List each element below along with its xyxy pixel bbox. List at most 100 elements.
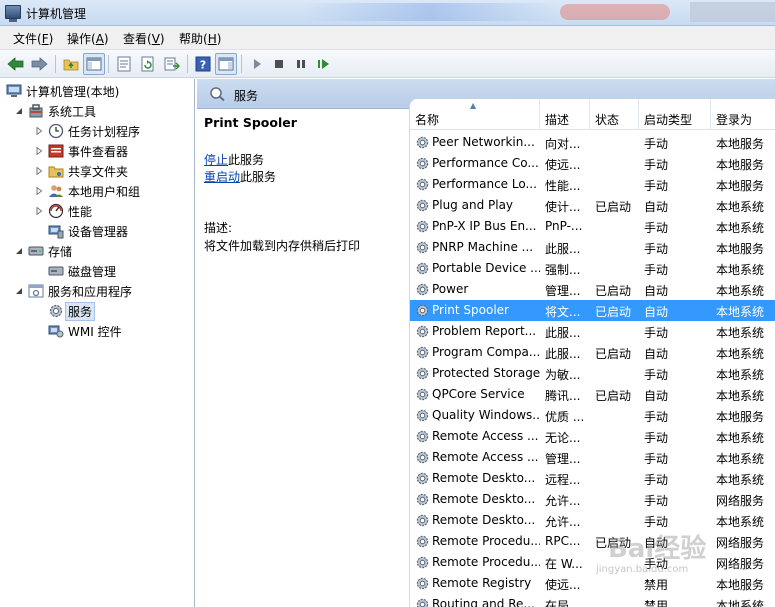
service-description-cell: 在 W...: [545, 557, 583, 571]
export-list-icon[interactable]: [161, 53, 183, 75]
service-gear-icon: [415, 429, 430, 444]
toolbar-separator: [241, 55, 242, 73]
service-name-cell: Remote Procedu...: [432, 555, 540, 569]
help-icon[interactable]: ?: [192, 53, 214, 75]
menu-view[interactable]: 查看(V): [123, 30, 165, 47]
service-startup-type-cell: 手动: [644, 221, 669, 235]
stop-service-icon[interactable]: [268, 53, 290, 75]
service-gear-icon: [415, 471, 430, 486]
table-row[interactable]: Remote Deskto... 允许... 手动 网络服务: [410, 489, 775, 510]
tree-item-label: 任务计划程序: [68, 124, 141, 139]
column-header-log-on-as[interactable]: 登录为: [711, 99, 775, 130]
sort-ascending-icon: ▲: [470, 101, 477, 110]
restart-service-link[interactable]: 重启动: [204, 170, 240, 184]
forward-arrow-icon[interactable]: [28, 53, 50, 75]
pause-service-icon[interactable]: [290, 53, 312, 75]
restart-service-icon[interactable]: [313, 53, 335, 75]
service-description-cell: 腾讯...: [545, 389, 581, 403]
collapsed-triangle-icon[interactable]: [34, 126, 44, 136]
table-row[interactable]: Peer Networkin... 向对... 手动 本地服务: [410, 132, 775, 153]
stop-service-link[interactable]: 停止: [204, 153, 228, 167]
table-row[interactable]: PNRP Machine ... 此服... 手动 本地服务: [410, 237, 775, 258]
title-bar: 计算机管理: [0, 0, 775, 26]
service-startup-type-cell: 手动: [644, 368, 669, 382]
wmi-control-icon: [48, 323, 64, 339]
expanded-triangle-icon[interactable]: [14, 286, 24, 296]
table-row[interactable]: Power 管理... 已启动 自动 本地系统: [410, 279, 775, 300]
collapsed-triangle-icon[interactable]: [34, 186, 44, 196]
table-row[interactable]: Performance Lo... 性能... 手动 本地服务: [410, 174, 775, 195]
start-service-icon[interactable]: [246, 53, 268, 75]
collapsed-triangle-icon[interactable]: [34, 146, 44, 156]
menu-action[interactable]: 操作(A): [67, 30, 109, 47]
service-description-cell: 管理...: [545, 284, 581, 298]
tree-item-disk-management[interactable]: 磁盘管理: [48, 261, 116, 281]
service-logon-cell: 本地系统: [716, 347, 765, 361]
action-pane-icon[interactable]: [215, 53, 237, 75]
show-hide-tree-icon[interactable]: [83, 53, 105, 75]
table-row[interactable]: Remote Access ... 管理... 手动 本地系统: [410, 447, 775, 468]
expanded-triangle-icon[interactable]: [14, 246, 24, 256]
up-folder-icon[interactable]: [60, 53, 82, 75]
service-name-cell: PnP-X IP Bus En...: [432, 219, 537, 233]
table-row[interactable]: Remote Access ... 无论... 手动 本地系统: [410, 426, 775, 447]
table-row[interactable]: PnP-X IP Bus En... PnP-... 手动 本地系统: [410, 216, 775, 237]
tree-item-device-manager[interactable]: 设备管理器: [48, 221, 128, 241]
table-row[interactable]: Remote Deskto... 远程... 手动 本地系统: [410, 468, 775, 489]
tree-item-services[interactable]: 服务: [48, 301, 96, 321]
service-description-cell: 强制...: [545, 263, 581, 277]
selected-service-name: Print Spooler: [204, 115, 297, 130]
collapsed-triangle-icon[interactable]: [34, 166, 44, 176]
service-status-cell: 已启动: [595, 389, 632, 403]
service-name-cell: Print Spooler: [432, 303, 509, 317]
tree-item-wmi-control[interactable]: WMI 控件: [48, 321, 122, 341]
table-row[interactable]: Performance Co... 使远... 手动 本地服务: [410, 153, 775, 174]
table-row[interactable]: Plug and Play 使计... 已启动 自动 本地系统: [410, 195, 775, 216]
service-startup-type-cell: 手动: [644, 410, 669, 424]
tree-item-computer-management[interactable]: 计算机管理(本地): [6, 81, 119, 101]
refresh-icon[interactable]: [137, 53, 159, 75]
service-description-cell: 允许...: [545, 494, 581, 508]
service-description-cell: 性能...: [545, 179, 581, 193]
column-header-name[interactable]: ▲ 名称: [410, 99, 540, 130]
services-header-title: 服务: [234, 89, 259, 103]
table-row[interactable]: Portable Device ... 强制... 手动 本地系统: [410, 258, 775, 279]
blurred-background-area: [560, 4, 670, 20]
menu-bar: 文件(F) 操作(A) 查看(V) 帮助(H): [0, 26, 775, 50]
console-tree: 计算机管理(本地) 系统工具 任务计划程序 事件查看器 共享文件夹 本地用户和组: [0, 79, 195, 607]
menu-help[interactable]: 帮助(H): [179, 30, 221, 47]
tree-item-system-tools[interactable]: 系统工具: [14, 101, 96, 121]
service-name-cell: Performance Lo...: [432, 177, 537, 191]
table-row[interactable]: Problem Report... 此服... 手动 本地系统: [410, 321, 775, 342]
tree-item-local-users-groups[interactable]: 本地用户和组: [34, 181, 140, 201]
tree-item-event-viewer[interactable]: 事件查看器: [34, 141, 128, 161]
table-row[interactable]: Program Compa... 此服... 已启动 自动 本地系统: [410, 342, 775, 363]
table-row[interactable]: Quality Windows... 优质 ... 手动 本地服务: [410, 405, 775, 426]
tree-item-storage[interactable]: 存储: [14, 241, 72, 261]
tree-item-task-scheduler[interactable]: 任务计划程序: [34, 121, 140, 141]
service-logon-cell: 本地服务: [716, 242, 765, 256]
column-header-description[interactable]: 描述: [540, 99, 590, 130]
column-header-status[interactable]: 状态: [590, 99, 639, 130]
service-startup-type-cell: 自动: [644, 347, 669, 361]
expanded-triangle-icon[interactable]: [14, 106, 24, 116]
table-row[interactable]: Protected Storage 为敏... 手动 本地系统: [410, 363, 775, 384]
service-description-cell: 此服...: [545, 347, 581, 361]
tree-item-performance[interactable]: 性能: [34, 201, 92, 221]
properties-icon[interactable]: [113, 53, 135, 75]
table-row[interactable]: QPCore Service 腾讯... 已启动 自动 本地系统: [410, 384, 775, 405]
service-name-cell: Remote Deskto...: [432, 513, 536, 527]
service-gear-icon: [415, 576, 430, 591]
table-row[interactable]: Print Spooler 将文... 已启动 自动 本地系统: [410, 300, 775, 321]
service-startup-type-cell: 手动: [644, 242, 669, 256]
service-gear-icon: [415, 534, 430, 549]
toolbar-separator: [55, 55, 56, 73]
collapsed-triangle-icon[interactable]: [34, 206, 44, 216]
service-name-cell: Performance Co...: [432, 156, 539, 170]
tree-item-shared-folders[interactable]: 共享文件夹: [34, 161, 128, 181]
back-arrow-icon[interactable]: [5, 53, 27, 75]
service-gear-icon: [415, 324, 430, 339]
column-header-startup-type[interactable]: 启动类型: [639, 99, 711, 130]
tree-item-services-and-applications[interactable]: 服务和应用程序: [14, 281, 132, 301]
menu-file[interactable]: 文件(F): [13, 30, 53, 47]
